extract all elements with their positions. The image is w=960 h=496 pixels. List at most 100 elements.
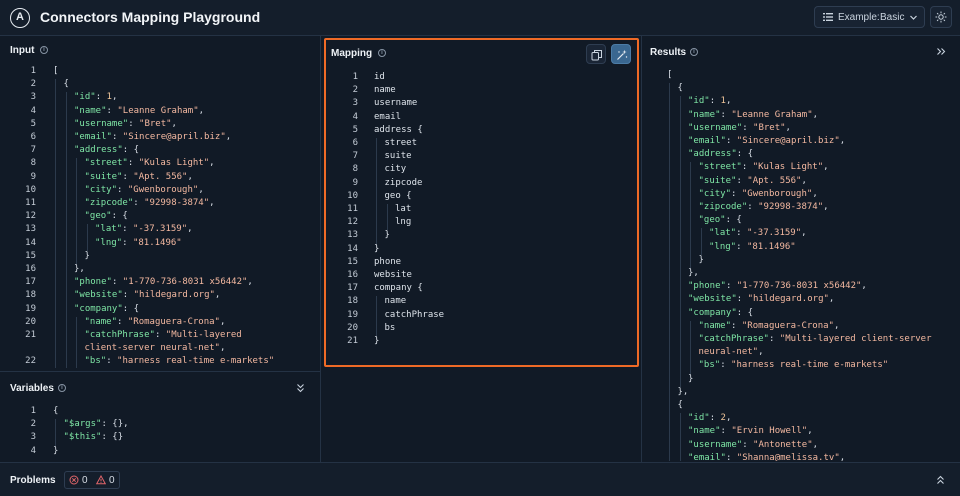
indent-guide: [55, 237, 56, 251]
indent-guide: [76, 171, 77, 185]
line-number: 8: [30, 158, 36, 169]
divider-right[interactable]: [641, 36, 642, 462]
code-token: :: [106, 105, 118, 116]
code-token: ,: [198, 105, 205, 116]
line-number: 10: [347, 190, 358, 201]
line-number: 16: [347, 270, 358, 280]
mapping-editor[interactable]: 1 id 2 name 3 username 4 email 5 address {6 street…: [330, 72, 630, 364]
indent-guide: [690, 334, 691, 348]
code-token: "lat": [95, 224, 123, 235]
code-line: "name": "Leanne Graham",: [74, 106, 204, 116]
code-token: : {: [736, 149, 754, 160]
code-token: "Bret": [753, 122, 786, 133]
code-line: "name": "Romaguera-Crona",: [699, 321, 840, 331]
indent-guide: [669, 373, 670, 387]
code-line: suite: [385, 151, 412, 161]
code-line: }: [53, 446, 58, 456]
copy-icon: [591, 50, 602, 61]
copy-button[interactable]: [586, 44, 606, 64]
code-token: :: [122, 224, 133, 235]
indent-guide: [669, 149, 670, 163]
code-token: :: [736, 228, 747, 239]
info-icon[interactable]: i: [378, 49, 386, 57]
code-line: "name": "Romaguera-Crona",: [85, 317, 226, 327]
indent-guide: [679, 215, 681, 229]
code-line: "company": {: [74, 304, 139, 314]
code-token: "street": [84, 158, 128, 169]
line-number: 21: [25, 330, 36, 340]
indent-guide: [376, 309, 377, 323]
indent-guide: [55, 145, 56, 159]
code-token: ,: [247, 277, 253, 288]
code-line: "catchPhrase": "Multi-layered: [85, 330, 242, 340]
info-icon[interactable]: i: [690, 48, 698, 56]
code-token: bs: [384, 322, 396, 333]
input-editor[interactable]: 1 [2 {3 "id": 1, 4 "name": "Leanne Graham", 5 "…: [8, 66, 318, 368]
code-token: :: [106, 356, 118, 367]
line-number: 20: [25, 316, 36, 327]
magic-wand-icon: [617, 49, 628, 60]
indent-guide: [690, 347, 691, 361]
expand-right-icon[interactable]: [936, 47, 946, 56]
problems-bar: Problems 0 0: [0, 462, 960, 496]
line-number: 1: [352, 72, 358, 82]
mapping-panel-title: Mapping: [331, 48, 373, 59]
line-number: 3: [30, 432, 36, 443]
code-line: "email": "Sincere@april.biz",: [688, 136, 845, 146]
code-token: client-server neural-net": [84, 343, 220, 354]
line-number: 7: [352, 151, 358, 162]
indent-guide: [669, 268, 670, 282]
code-line: lng: [395, 217, 411, 227]
code-token: ,: [111, 92, 118, 103]
expand-up-icon[interactable]: [936, 475, 945, 485]
code-line: {: [53, 406, 58, 416]
divider-input-variables[interactable]: [0, 371, 320, 372]
line-number: 2: [30, 419, 36, 430]
variables-editor[interactable]: 1 {2 "$args": {}, 3 "$this": {} 4}: [8, 406, 318, 460]
info-icon[interactable]: i: [40, 46, 48, 54]
line-number: 12: [347, 217, 358, 228]
indent-guide: [679, 347, 681, 361]
indent-guide: [76, 211, 77, 225]
info-icon[interactable]: i: [58, 384, 66, 392]
results-viewer[interactable]: [{"id": 1, "name": "Leanne Graham", "usern…: [650, 70, 956, 461]
example-select[interactable]: Example: Basic: [814, 6, 925, 28]
code-token: :: [122, 290, 134, 301]
indent-guide: [65, 330, 67, 344]
code-line: "company": {: [688, 308, 753, 318]
code-token: ,: [219, 343, 226, 354]
code-token: :: [720, 426, 732, 437]
indent-guide: [679, 202, 681, 216]
code-token: "id": [688, 96, 710, 107]
indent-guide: [55, 132, 56, 146]
indent-guide: [679, 294, 681, 308]
line-number: 11: [347, 204, 358, 214]
code-token: "$args": [63, 419, 102, 430]
problems-counts[interactable]: 0 0: [64, 471, 120, 489]
theme-toggle-button[interactable]: [930, 6, 952, 28]
divider-left[interactable]: [320, 36, 321, 462]
code-token: id: [374, 72, 385, 82]
code-line: },: [688, 268, 699, 278]
indent-guide: [76, 198, 77, 212]
code-line: "name": "Leanne Graham",: [688, 110, 818, 120]
auto-format-button[interactable]: [611, 44, 631, 64]
code-token: ,: [209, 198, 215, 208]
code-token: :: [741, 162, 753, 173]
code-token: "address": [74, 145, 123, 156]
indent-guide: [669, 400, 670, 414]
code-line: }: [85, 251, 90, 261]
code-token: "city": [698, 188, 732, 199]
indent-guide: [386, 217, 388, 231]
code-token: "address": [688, 149, 737, 160]
code-line: "name": "Ervin Howell",: [688, 426, 813, 436]
code-token: company {: [374, 283, 423, 294]
collapse-icon[interactable]: [296, 383, 305, 393]
code-token: neural-net": [698, 347, 759, 358]
code-line: "phone": "1-770-736-8031 x56442",: [688, 281, 867, 291]
indent-guide: [669, 202, 670, 216]
code-token: :: [122, 171, 134, 182]
code-token: name: [374, 85, 396, 96]
code-line: "username": "Bret",: [688, 123, 791, 133]
code-token: "Kulas Light": [752, 162, 824, 173]
